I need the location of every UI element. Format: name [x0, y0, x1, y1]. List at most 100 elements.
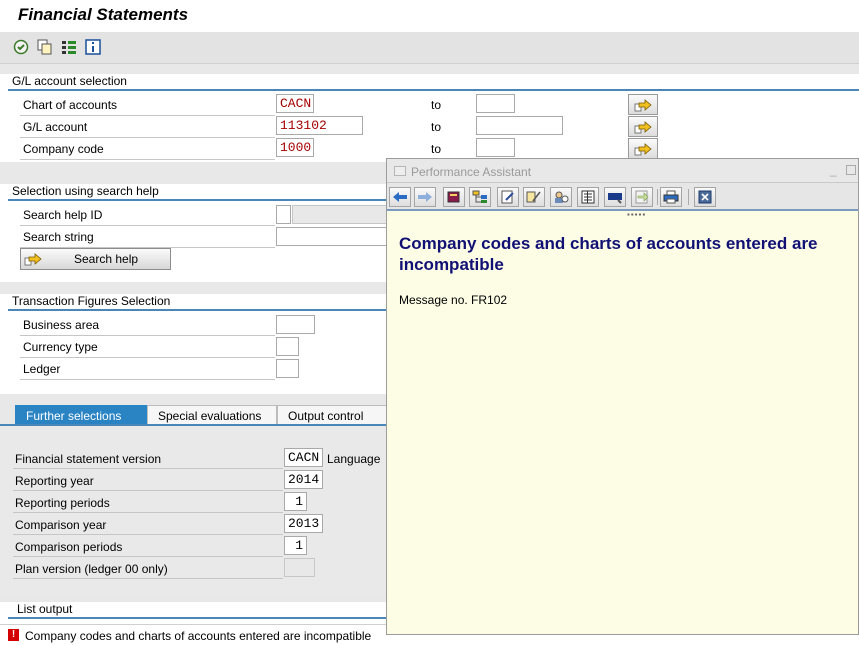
panel-title: List output: [17, 602, 73, 616]
comparison-year-field[interactable]: 2013: [284, 514, 323, 533]
search-help-button-label: Search help: [74, 252, 139, 266]
divider: [20, 225, 275, 226]
search-help-id-label: Search help ID: [23, 208, 103, 222]
minimize-icon[interactable]: _: [830, 163, 840, 177]
chart-of-accounts-label: Chart of accounts: [23, 98, 118, 112]
divider: [20, 137, 275, 138]
arrow-right-icon: [634, 98, 652, 111]
divider: [13, 490, 283, 491]
toolbar-separator: [688, 189, 689, 205]
dialog-title-bar[interactable]: Performance Assistant _: [387, 159, 858, 183]
gl-account-to-field[interactable]: [476, 116, 563, 135]
maximize-icon[interactable]: [846, 165, 856, 175]
arrow-right-icon: [634, 142, 652, 155]
reporting-year-field[interactable]: 2014: [284, 470, 323, 489]
chart-of-accounts-to-field[interactable]: [476, 94, 515, 113]
divider: [13, 512, 283, 513]
business-area-field[interactable]: [276, 315, 315, 334]
arrow-right-icon: [634, 120, 652, 133]
toolbar-separator: [657, 189, 658, 205]
error-icon: !: [8, 629, 19, 641]
tab-output-control[interactable]: Output control: [277, 405, 387, 425]
gl-account-field[interactable]: 113102: [276, 116, 363, 135]
window-icon: [394, 166, 406, 176]
dialog-toolbar: [387, 183, 858, 211]
to-label: to: [431, 120, 442, 134]
divider: [20, 357, 275, 358]
tab-further-selections[interactable]: Further selections: [15, 405, 147, 425]
print-icon[interactable]: [660, 187, 682, 207]
multiple-selection-button[interactable]: [628, 138, 658, 159]
divider: [13, 534, 283, 535]
to-label: to: [431, 142, 442, 156]
ledger-label: Ledger: [23, 362, 61, 376]
execute-icon[interactable]: [12, 38, 30, 56]
dialog-title: Performance Assistant: [411, 165, 532, 179]
message-number: Message no. FR102: [399, 293, 508, 307]
close-icon[interactable]: [694, 187, 716, 207]
title-bar: Financial Statements: [0, 0, 859, 32]
search-string-field[interactable]: [276, 227, 388, 246]
plan-version-label: Plan version (ledger 00 only): [15, 562, 168, 576]
currency-type-label: Currency type: [23, 340, 98, 354]
search-help-id-description: [292, 205, 388, 224]
search-help-button[interactable]: Search help: [20, 248, 171, 270]
reporting-periods-label: Reporting periods: [15, 496, 110, 510]
document-icon[interactable]: [577, 187, 599, 207]
multiple-selection-button[interactable]: [628, 116, 658, 137]
divider: [20, 115, 275, 116]
users-icon[interactable]: [550, 187, 572, 207]
export-icon[interactable]: [631, 187, 653, 207]
forward-icon[interactable]: [414, 187, 436, 207]
copy-variant-icon[interactable]: [36, 38, 54, 56]
splitter-grip[interactable]: ▪▪▪▪▪: [627, 210, 646, 219]
reporting-year-label: Reporting year: [15, 474, 94, 488]
tree-list-icon[interactable]: [60, 38, 78, 56]
language-label: Language: [327, 452, 381, 466]
notes-icon[interactable]: [523, 187, 545, 207]
performance-assistant-dialog: Performance Assistant _ ▪▪▪▪▪ Company co…: [386, 158, 859, 635]
panel-title: G/L account selection: [12, 74, 127, 88]
divider: [20, 379, 275, 380]
divider: [13, 578, 283, 579]
to-label: to: [431, 98, 442, 112]
company-code-to-field[interactable]: [476, 138, 515, 157]
message-heading: Company codes and charts of accounts ent…: [399, 234, 818, 274]
info-icon[interactable]: [84, 38, 102, 56]
chart-of-accounts-field[interactable]: CACN: [276, 94, 314, 113]
search-help-id-field[interactable]: [276, 205, 291, 224]
currency-type-field[interactable]: [276, 337, 299, 356]
edit-icon[interactable]: [497, 187, 519, 207]
tree-icon[interactable]: [469, 187, 491, 207]
window-title: Financial Statements: [18, 5, 189, 24]
panel-title: Selection using search help: [12, 184, 159, 198]
fs-version-label: Financial statement version: [15, 452, 162, 466]
status-message[interactable]: Company codes and charts of accounts ent…: [25, 629, 371, 643]
panel-title: Transaction Figures Selection: [12, 294, 171, 308]
divider: [13, 468, 283, 469]
comparison-periods-label: Comparison periods: [15, 540, 123, 554]
plan-version-field: [284, 558, 315, 577]
company-code-field[interactable]: 1000: [276, 138, 314, 157]
fs-version-field[interactable]: CACN: [284, 448, 323, 467]
search-string-label: Search string: [23, 230, 94, 244]
gl-account-label: G/L account: [23, 120, 88, 134]
gl-account-selection-panel: G/L account selection Chart of accounts …: [0, 74, 859, 162]
technical-info-icon[interactable]: [604, 187, 626, 207]
divider: [20, 159, 275, 160]
tab-special-evaluations[interactable]: Special evaluations: [147, 405, 277, 425]
business-area-label: Business area: [23, 318, 100, 332]
divider: [8, 89, 859, 91]
company-code-label: Company code: [23, 142, 104, 156]
comparison-periods-field[interactable]: 1: [284, 536, 307, 555]
reporting-periods-field[interactable]: 1: [284, 492, 307, 511]
divider: [13, 556, 283, 557]
comparison-year-label: Comparison year: [15, 518, 107, 532]
divider: [20, 335, 275, 336]
application-toolbar: [0, 32, 859, 64]
arrow-right-icon: [24, 253, 42, 266]
multiple-selection-button[interactable]: [628, 94, 658, 115]
book-icon[interactable]: [443, 187, 465, 207]
ledger-field[interactable]: [276, 359, 299, 378]
back-icon[interactable]: [389, 187, 411, 207]
